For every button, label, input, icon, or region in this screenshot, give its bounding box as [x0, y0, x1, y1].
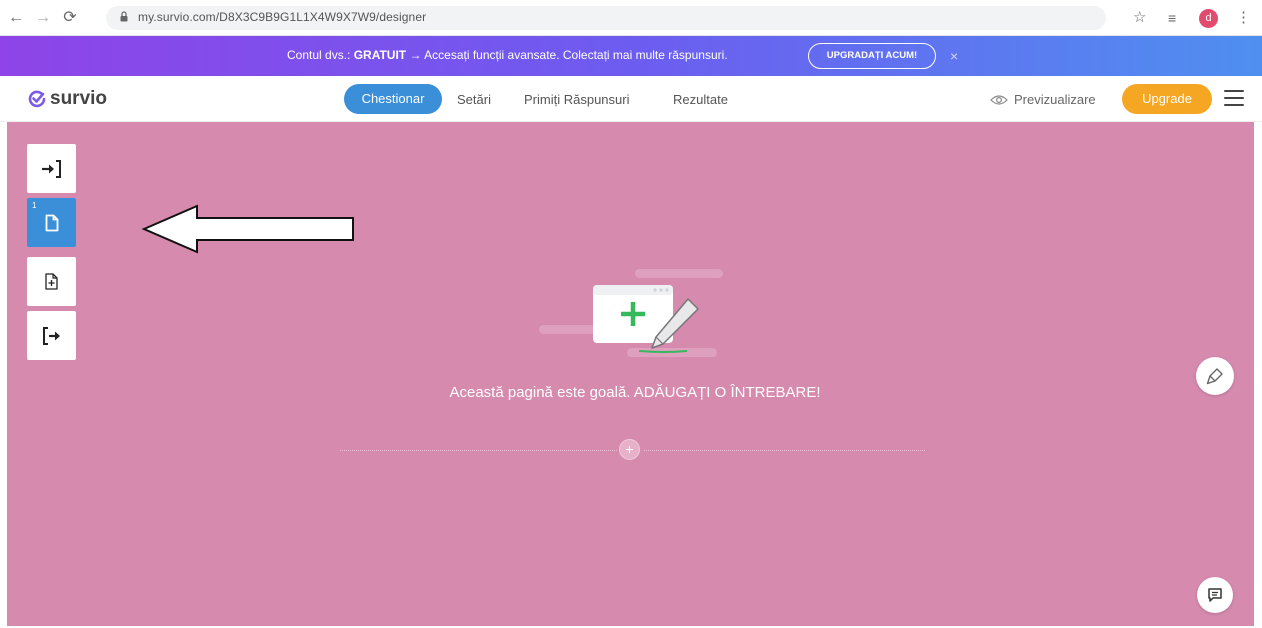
promo-suffix: → Accesați funcții avansate. Colectați m… [406, 48, 728, 62]
annotation-arrow-icon [142, 204, 354, 254]
hamburger-menu-icon[interactable] [1224, 90, 1244, 106]
promo-banner: Contul dvs.: GRATUIT → Accesați funcții … [0, 36, 1262, 76]
divider-right [644, 450, 925, 451]
back-icon[interactable]: ← [6, 8, 26, 28]
preview-label: Previzualizare [1014, 92, 1096, 107]
promo-plan: GRATUIT [353, 48, 407, 62]
design-brush-button[interactable] [1196, 357, 1234, 395]
survey-canvas: 1 Această pagină este goală. ADĂUGAȚI O … [7, 122, 1254, 626]
browser-toolbar: ← → ⟳ my.survio.com/D8X3C9B9G1L1X4W9X7W9… [0, 0, 1262, 36]
eye-icon [990, 94, 1008, 105]
tab-chestionar[interactable]: Chestionar [344, 84, 442, 114]
logo-text: survio [50, 88, 108, 109]
add-question-button[interactable]: + [619, 439, 640, 460]
logo-check-icon [28, 90, 46, 108]
url-text: my.survio.com/D8X3C9B9G1L1X4W9X7W9/desig… [138, 10, 427, 24]
exit-arrow-icon [42, 326, 60, 345]
survio-logo[interactable]: survio [28, 88, 107, 110]
enter-arrow-icon [41, 159, 61, 178]
tab-primiti-raspunsuri[interactable]: Primiți Răspunsuri [524, 92, 629, 107]
empty-page-message: Această pagină este goală. ADĂUGAȚI O ÎN… [449, 384, 821, 401]
page-1-button[interactable]: 1 [27, 198, 76, 247]
more-vert-icon[interactable]: ⋮ [1236, 9, 1251, 27]
upgrade-button[interactable]: Upgrade [1122, 84, 1212, 114]
reload-icon[interactable]: ⟳ [60, 8, 80, 28]
end-page-button[interactable] [27, 311, 76, 360]
upgrade-now-button[interactable]: UPGRADAȚI ACUM! [808, 43, 936, 69]
page-number: 1 [32, 201, 37, 210]
promo-text: Contul dvs.: GRATUIT → Accesați funcții … [287, 48, 728, 62]
lock-icon [120, 11, 128, 22]
promo-prefix: Contul dvs.: [287, 48, 354, 62]
feedback-chat-button[interactable] [1197, 577, 1233, 613]
star-icon[interactable]: ☆ [1133, 9, 1146, 27]
intro-page-button[interactable] [27, 144, 76, 193]
reading-list-icon[interactable]: ≡ [1168, 9, 1176, 27]
page-icon [45, 214, 58, 231]
add-page-button[interactable] [27, 257, 76, 306]
add-page-icon [45, 273, 58, 290]
close-icon[interactable]: × [950, 48, 958, 64]
paint-brush-icon [1206, 368, 1223, 385]
tab-rezultate[interactable]: Rezultate [673, 92, 728, 107]
profile-avatar[interactable]: d [1199, 9, 1218, 28]
chat-feedback-icon [1208, 588, 1222, 602]
preview-button[interactable]: Previzualizare [990, 92, 1096, 107]
tab-setari[interactable]: Setări [457, 92, 491, 107]
empty-page-illustration-icon [539, 269, 723, 357]
divider-left [340, 450, 617, 451]
forward-icon[interactable]: → [33, 8, 53, 28]
app-header: survio Chestionar Setări Primiți Răspuns… [0, 76, 1262, 122]
